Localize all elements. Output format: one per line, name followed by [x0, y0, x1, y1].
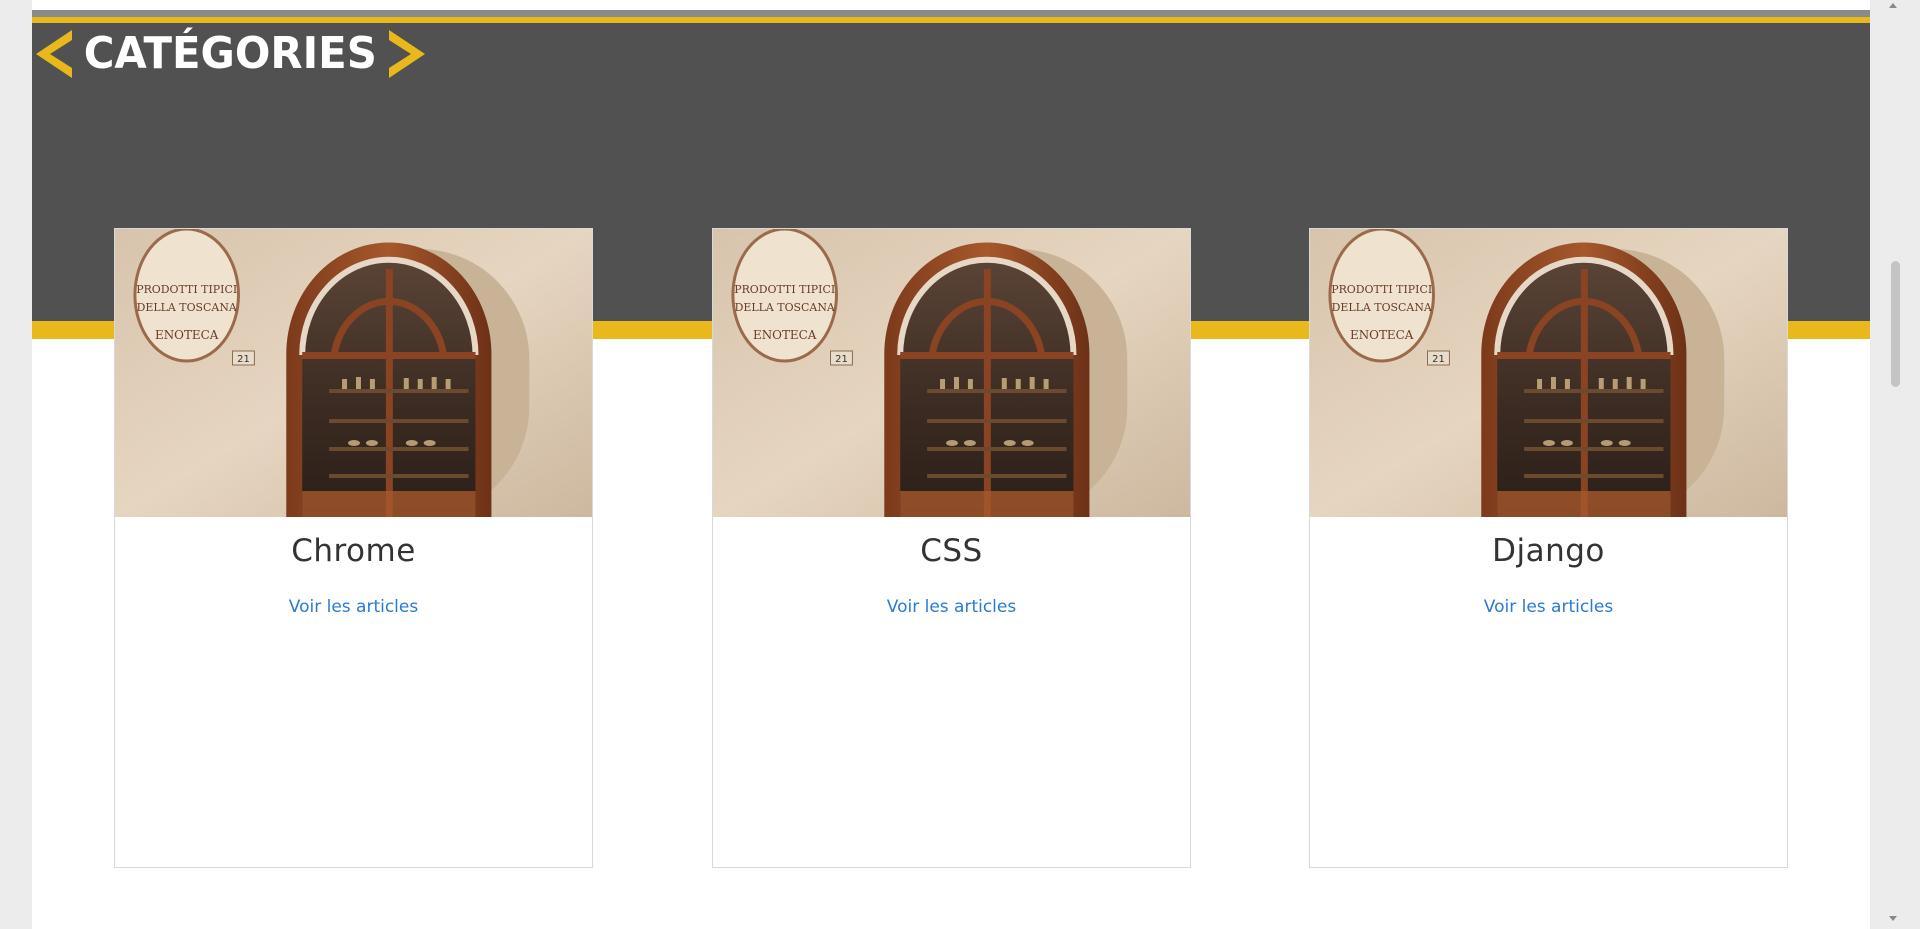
category-title: CSS — [920, 533, 983, 569]
scroll-up-arrow-icon[interactable] — [1889, 3, 1897, 8]
svg-text:PRODOTTI TIPICI: PRODOTTI TIPICI — [1331, 283, 1432, 296]
storefront-photo-icon: PRODOTTI TIPICI DELLA TOSCANA ENOTECA 21 — [713, 229, 1190, 517]
right-angle-bracket-icon — [388, 30, 425, 78]
vertical-scrollbar[interactable] — [1870, 0, 1920, 929]
view-articles-link[interactable]: Voir les articles — [1310, 597, 1787, 617]
top-strip — [32, 10, 1870, 17]
svg-text:ENOTECA: ENOTECA — [1350, 328, 1414, 342]
category-card: PRODOTTI TIPICI DELLA TOSCANA ENOTECA 21… — [712, 228, 1191, 868]
page: CATÉGORIES PRODOTTI TIPICI DELLA TOSCANA… — [32, 0, 1870, 929]
svg-text:PRODOTTI TIPICI: PRODOTTI TIPICI — [734, 283, 835, 296]
section-title: CATÉGORIES — [32, 22, 429, 86]
svg-text:DELLA TOSCANA: DELLA TOSCANA — [1332, 301, 1433, 314]
svg-text:PRODOTTI TIPICI: PRODOTTI TIPICI — [136, 283, 237, 296]
svg-text:21: 21 — [237, 354, 250, 365]
svg-text:21: 21 — [835, 354, 848, 365]
view-articles-link[interactable]: Voir les articles — [115, 597, 592, 617]
category-image[interactable]: PRODOTTI TIPICI DELLA TOSCANA ENOTECA 21 — [115, 229, 592, 517]
svg-text:ENOTECA: ENOTECA — [155, 328, 219, 342]
category-card: PRODOTTI TIPICI DELLA TOSCANA ENOTECA 21… — [114, 228, 593, 868]
scroll-down-arrow-icon[interactable] — [1889, 916, 1897, 921]
scrollbar-thumb[interactable] — [1891, 261, 1900, 387]
category-image[interactable]: PRODOTTI TIPICI DELLA TOSCANA ENOTECA 21 — [713, 229, 1190, 517]
left-angle-bracket-icon — [36, 30, 72, 78]
category-cards: PRODOTTI TIPICI DELLA TOSCANA ENOTECA 21… — [32, 228, 1870, 868]
section-title-text: CATÉGORIES — [83, 28, 377, 79]
view-articles-link[interactable]: Voir les articles — [713, 597, 1190, 617]
svg-text:DELLA TOSCANA: DELLA TOSCANA — [137, 301, 238, 314]
storefront-photo-icon: PRODOTTI TIPICI DELLA TOSCANA ENOTECA 21 — [115, 229, 592, 517]
category-image[interactable]: PRODOTTI TIPICI DELLA TOSCANA ENOTECA 21 — [1310, 229, 1787, 517]
category-card: PRODOTTI TIPICI DELLA TOSCANA ENOTECA 21… — [1309, 228, 1788, 868]
svg-text:21: 21 — [1432, 354, 1445, 365]
storefront-photo-icon: PRODOTTI TIPICI DELLA TOSCANA ENOTECA 21 — [1310, 229, 1787, 517]
svg-text:ENOTECA: ENOTECA — [753, 328, 817, 342]
category-title: Django — [1492, 533, 1605, 569]
category-title: Chrome — [291, 533, 416, 569]
svg-text:DELLA TOSCANA: DELLA TOSCANA — [735, 301, 836, 314]
